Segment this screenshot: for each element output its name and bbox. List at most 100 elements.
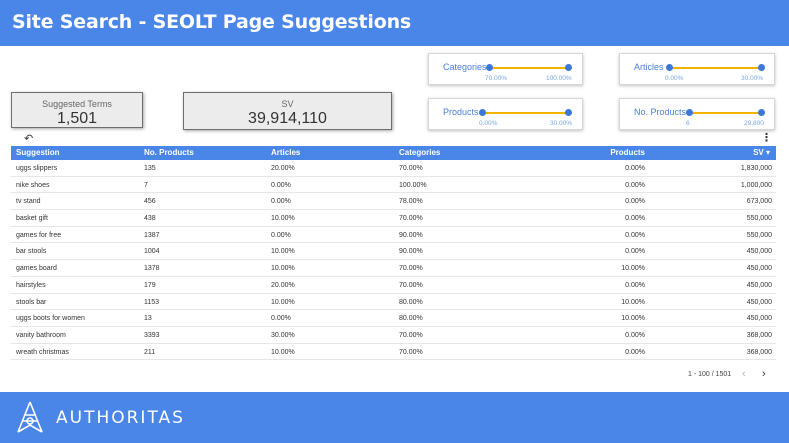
cell-no-products: 438 xyxy=(144,215,156,223)
cell-articles: 30.00% xyxy=(271,331,295,339)
cell-categories: 90.00% xyxy=(399,231,423,239)
slider-min-handle[interactable] xyxy=(479,109,486,116)
cell-articles: 10.00% xyxy=(271,248,295,256)
filter-label: No. Products xyxy=(634,107,687,117)
cell-categories: 80.00% xyxy=(399,298,423,306)
slider-min-handle[interactable] xyxy=(686,109,693,116)
slider-max-value: 30.00% xyxy=(550,120,573,127)
chevron-right-icon[interactable]: › xyxy=(762,368,766,380)
cell-products: 0.00% xyxy=(625,248,645,256)
table-row[interactable]: stools bar 1153 10.00% 80.00% 10.00% 450,000 xyxy=(11,294,776,311)
cell-sv: 368,000 xyxy=(746,331,772,339)
cell-no-products: 211 xyxy=(144,348,156,356)
cell-articles: 10.00% xyxy=(271,215,295,223)
cell-products: 0.00% xyxy=(625,348,645,356)
column-header-categories[interactable]: Categories xyxy=(399,148,440,157)
cell-articles: 0.00% xyxy=(271,231,291,239)
slider-max-handle[interactable] xyxy=(758,64,765,71)
table-header: Suggestion No. Products Articles Categor… xyxy=(11,146,776,160)
no-products-range-filter[interactable]: No. Products 6 29,800 xyxy=(619,98,775,130)
cell-no-products: 3393 xyxy=(144,331,160,339)
undo-icon[interactable]: ↶ xyxy=(24,132,33,145)
cell-sv: 450,000 xyxy=(746,281,772,289)
cell-no-products: 456 xyxy=(144,198,156,206)
column-header-no-products[interactable]: No. Products xyxy=(144,148,194,157)
slider-max-value: 100.00% xyxy=(546,75,572,82)
cell-products: 0.00% xyxy=(625,181,645,189)
slider-min-value: 70.00% xyxy=(485,75,508,82)
products-range-filter[interactable]: Products 0.00% 30.00% xyxy=(428,98,583,130)
table-row[interactable]: wreath christmas 211 10.00% 70.00% 0.00% 368,… xyxy=(11,344,776,361)
cell-articles: 0.00% xyxy=(271,315,291,323)
table-row[interactable]: vanity bathroom 3393 30.00% 70.00% 0.00% 368,… xyxy=(11,327,776,344)
slider-min-handle[interactable] xyxy=(666,64,673,71)
table-row[interactable]: tv stand 456 0.00% 78.00% 0.00% 673,000 xyxy=(11,193,776,211)
table-row[interactable] xyxy=(11,360,776,366)
column-header-articles[interactable]: Articles xyxy=(271,148,300,157)
slider-min-value: 0.00% xyxy=(665,75,684,82)
table-row[interactable]: nike shoes 7 0.00% 100.00% 0.00% 1,000,000 xyxy=(11,177,776,194)
slider-max-handle[interactable] xyxy=(565,109,572,116)
table-row[interactable]: uggs boots for women 13 0.00% 80.00% 10.00% 4… xyxy=(11,310,776,327)
slider-track xyxy=(490,67,568,69)
table-row[interactable]: basket gift 438 10.00% 70.00% 0.00% 550,000 xyxy=(11,210,776,227)
column-header-suggestion[interactable]: Suggestion xyxy=(16,148,60,157)
cell-no-products: 135 xyxy=(144,165,156,172)
cell-categories: 100.00% xyxy=(399,181,427,189)
cell-suggestion: uggs slippers xyxy=(16,165,58,172)
sv-scorecard: SV 39,914,110 xyxy=(183,92,392,130)
cell-no-products: 1378 xyxy=(144,265,160,273)
page-header: Site Search - SEOLT Page Suggestions xyxy=(0,0,789,46)
cell-products: 0.00% xyxy=(625,165,645,172)
slider-track xyxy=(483,112,568,114)
table-row[interactable]: bar stools 1004 10.00% 90.00% 0.00% 450,000 xyxy=(11,243,776,261)
table-row[interactable]: games for free 1387 0.00% 90.00% 0.00% 550,00… xyxy=(11,227,776,244)
page-title: Site Search - SEOLT Page Suggestions xyxy=(12,11,412,33)
cell-articles: 10.00% xyxy=(271,298,295,306)
filter-label: Products xyxy=(443,107,479,117)
cell-products: 0.00% xyxy=(625,281,645,289)
cell-sv: 450,000 xyxy=(746,248,772,256)
cell-categories: 70.00% xyxy=(399,265,423,273)
authoritas-logo-icon xyxy=(17,401,43,433)
slider-min-handle[interactable] xyxy=(486,64,493,71)
slider-max-handle[interactable] xyxy=(565,64,572,71)
cell-suggestion: vanity bathroom xyxy=(16,331,66,339)
cell-no-products: 1153 xyxy=(144,298,160,306)
cell-no-products: 7 xyxy=(144,181,148,189)
suggested-terms-scorecard: Suggested Terms 1,501 xyxy=(11,92,143,128)
cell-suggestion: stools bar xyxy=(16,298,47,306)
cell-categories: 70.00% xyxy=(399,165,423,172)
scorecard-label: SV xyxy=(281,99,294,109)
cell-products: 10.00% xyxy=(621,298,645,306)
table-row[interactable]: games board 1378 10.00% 70.00% 10.00% 450,000 xyxy=(11,260,776,277)
cell-suggestion: hairstyles xyxy=(16,281,46,289)
cell-no-products: 13 xyxy=(144,315,152,323)
articles-range-filter[interactable]: Articles 0.00% 30.00% xyxy=(619,53,775,85)
slider-track xyxy=(670,67,760,69)
cell-no-products: 179 xyxy=(144,281,156,289)
suggestions-table: Suggestion No. Products Articles Categor… xyxy=(11,146,776,366)
cell-sv: 1,830,000 xyxy=(740,165,772,172)
cell-sv: 368,000 xyxy=(746,348,772,356)
column-header-sv[interactable]: SV ▾ xyxy=(753,148,770,157)
slider-max-handle[interactable] xyxy=(758,109,765,116)
table-row[interactable]: hairstyles 179 20.00% 70.00% 0.00% 450,000 xyxy=(11,277,776,294)
cell-suggestion: tv stand xyxy=(16,198,41,206)
cell-categories: 70.00% xyxy=(399,331,423,339)
cell-articles: 10.00% xyxy=(271,348,295,356)
cell-sv: 673,000 xyxy=(746,198,772,206)
column-header-products[interactable]: Products xyxy=(610,148,645,157)
cell-sv: 450,000 xyxy=(746,315,772,323)
table-row[interactable]: uggs slippers 135 20.00% 70.00% 0.00% 1,830,0… xyxy=(11,160,776,177)
more-vert-icon[interactable]: ⋮ xyxy=(761,131,772,144)
slider-max-value: 30.00% xyxy=(741,75,764,82)
slider-min-value: 6 xyxy=(686,120,690,127)
cell-products: 0.00% xyxy=(625,198,645,206)
cell-sv: 1,000,000 xyxy=(740,181,772,189)
cell-suggestion: games board xyxy=(16,265,57,273)
chevron-left-icon[interactable]: ‹ xyxy=(742,368,746,380)
categories-range-filter[interactable]: Categories 70.00% 100.00% xyxy=(428,53,583,85)
table-body[interactable]: uggs slippers 135 20.00% 70.00% 0.00% 1,830,0… xyxy=(11,160,776,366)
cell-articles: 0.00% xyxy=(271,181,291,189)
